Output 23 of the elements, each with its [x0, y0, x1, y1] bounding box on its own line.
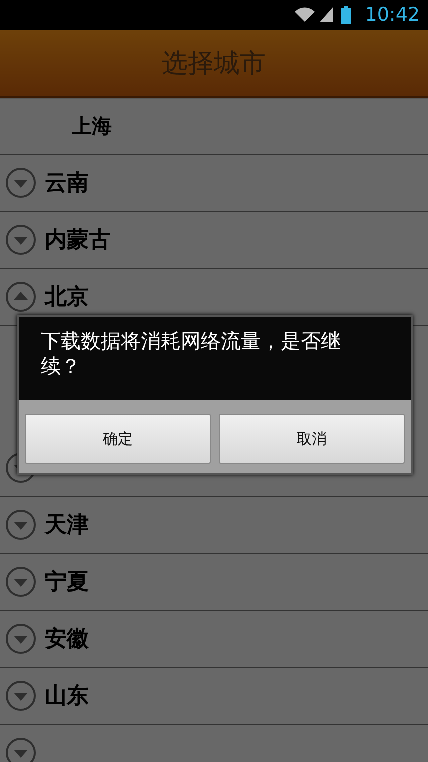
signal-icon	[320, 7, 334, 23]
collapse-icon[interactable]	[5, 281, 37, 313]
city-row[interactable]: 安徽	[0, 611, 428, 668]
city-row[interactable]: 山东	[0, 668, 428, 725]
province-name: 安徽	[45, 626, 89, 654]
province-name: 内蒙古	[45, 227, 111, 255]
city-row[interactable]: 云南	[0, 155, 428, 212]
dialog-message: 下载数据将消耗网络流量，是否继续？	[41, 329, 342, 379]
city-row[interactable]: 宁夏	[0, 554, 428, 611]
province-name: 云南	[45, 170, 89, 198]
city-row[interactable]: 内蒙古	[0, 212, 428, 269]
province-name: 天津	[45, 512, 89, 540]
province-name: 山东	[45, 683, 89, 711]
battery-icon	[341, 6, 352, 24]
dialog-button[interactable]: 取消	[219, 414, 405, 464]
wifi-icon	[294, 7, 316, 23]
clock: 10:42	[365, 4, 420, 26]
province-name: 宁夏	[45, 568, 89, 597]
page-title: 选择城市	[162, 48, 266, 80]
dialog-button[interactable]: 确定	[25, 414, 211, 464]
city-name: 上海	[71, 113, 112, 140]
city-row[interactable]: 天津	[0, 497, 428, 554]
province-name: 北京	[45, 284, 89, 312]
